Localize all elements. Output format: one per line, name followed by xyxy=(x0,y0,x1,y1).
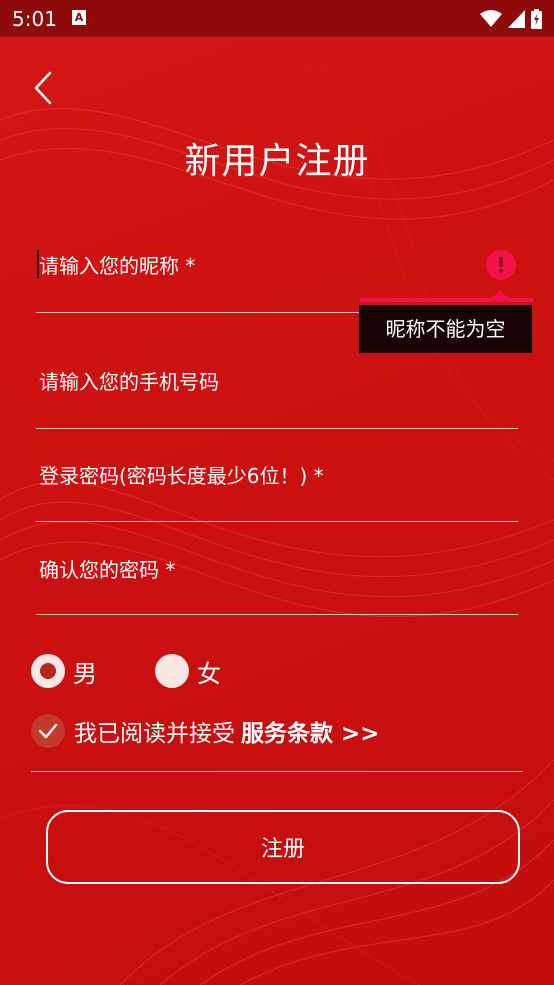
battery-icon xyxy=(531,9,542,29)
password-underline xyxy=(36,521,518,522)
status-bar: 5:01 A xyxy=(0,0,554,37)
gender-label-female: 女 xyxy=(197,659,221,688)
radio-selected-dot xyxy=(40,663,56,679)
text-cursor xyxy=(37,250,39,278)
nickname-field xyxy=(36,246,518,314)
terms-of-service-link[interactable]: 服务条款 >> xyxy=(241,714,380,748)
confirm-password-input[interactable] xyxy=(36,550,509,590)
notification-app-icon: A xyxy=(72,10,86,25)
back-button[interactable] xyxy=(26,66,60,110)
register-button[interactable]: 注册 xyxy=(46,810,520,884)
phone-input[interactable] xyxy=(36,362,509,402)
error-alert-icon[interactable] xyxy=(486,250,516,280)
chevron-left-icon xyxy=(34,71,52,105)
agreement-row: 我已阅读并接受 服务条款 >> xyxy=(31,712,380,750)
radio-button-female[interactable] xyxy=(155,654,189,688)
gender-label-male: 男 xyxy=(73,659,97,688)
agreement-text: 我已阅读并接受 xyxy=(74,721,235,747)
checkmark-icon xyxy=(38,723,58,739)
phone-field xyxy=(36,362,518,430)
nickname-input[interactable] xyxy=(36,246,509,286)
nickname-error-tooltip: 昵称不能为空 xyxy=(359,305,532,353)
password-input[interactable] xyxy=(36,456,509,496)
status-time: 5:01 xyxy=(12,7,57,31)
agreement-checkbox[interactable] xyxy=(31,714,65,748)
register-screen: 5:01 A 新用户注册 请输入您的昵称 * 昵称不能为空 请输入您的手机号码 … xyxy=(0,0,554,985)
gender-option-male[interactable]: 男 xyxy=(31,652,97,690)
tooltip-accent-bar xyxy=(360,298,533,302)
confirm-password-field xyxy=(36,550,518,616)
signal-icon xyxy=(508,10,525,28)
radio-button-male[interactable] xyxy=(31,654,65,688)
page-title: 新用户注册 xyxy=(184,141,370,182)
password-field xyxy=(36,456,518,524)
status-icons xyxy=(480,7,542,31)
gender-option-female[interactable]: 女 xyxy=(155,652,221,690)
wifi-icon xyxy=(480,10,502,27)
gender-radio-group: 男 女 xyxy=(31,652,431,690)
confirm-password-underline xyxy=(36,614,518,615)
phone-underline xyxy=(36,428,518,429)
section-divider xyxy=(31,771,523,772)
